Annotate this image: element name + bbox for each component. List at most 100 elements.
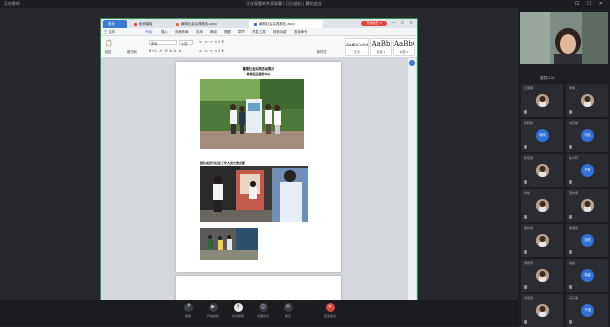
video-icon: ▶	[208, 303, 218, 312]
participant-name: 周文博	[569, 191, 579, 195]
participant-name: 马子涵	[569, 296, 579, 300]
mic-muted-icon	[569, 285, 572, 289]
new-style-button[interactable]: 新样式	[317, 49, 327, 54]
participants-sidebar: 成员(12) 王思雨 李明 张晓晴 晓晴 刘宇航 宇航 陈佳怡 赵子轩 子轩 孙悦 周文博 吴欣然 郑浩…	[518, 8, 610, 327]
member-badge[interactable]: 开通会员 ✕	[361, 21, 387, 26]
meeting-toolbar: 🎤 静音 ▶ 开启视频 ↑ 共享屏幕 ☺ 管理成员 ✉ 聊天 ✕ 结束会议	[0, 300, 518, 326]
speaking-status: 正在聆听	[4, 1, 20, 6]
mic-muted-icon	[569, 110, 572, 114]
participant-name: 王思雨	[524, 86, 534, 90]
avatar: 宇航	[581, 129, 594, 142]
mic-muted-icon	[569, 145, 572, 149]
tab-home[interactable]: 首页	[103, 20, 127, 28]
menu-references[interactable]: 引用	[196, 29, 203, 34]
menu-features[interactable]: 特色功能	[273, 29, 287, 34]
font-format-row[interactable]: B I U · A · X² X₂ A · A	[149, 49, 181, 53]
menu-file[interactable]: 三 文件	[104, 29, 115, 34]
manage-members-button[interactable]: ☺ 管理成员	[253, 303, 273, 318]
mic-muted-icon	[569, 320, 572, 324]
mic-muted-icon	[569, 215, 572, 219]
paragraph-row[interactable]: ≡ · ≡ · ⇤ ⇥ ↕ ¶	[199, 40, 224, 44]
participant-tile[interactable]: 马子涵 子涵	[566, 294, 608, 327]
end-meeting-button[interactable]: ✕ 结束会议	[320, 303, 340, 318]
participant-tile[interactable]: 王思雨	[521, 84, 563, 117]
mic-muted-icon	[569, 180, 572, 184]
document-canvas[interactable]: 暑期社会实践活动照片 参观社区服务中心 团队成员与社区工作人员交流合影	[101, 58, 417, 303]
menu-devtools[interactable]: 开发工具	[252, 29, 266, 34]
wps-window-controls[interactable]: — ☐ ✕	[392, 20, 415, 25]
photo-group-outdoor	[200, 79, 304, 149]
participant-tile[interactable]: 陈佳怡	[521, 154, 563, 187]
participant-name: 陈佳怡	[524, 156, 534, 160]
menu-chapter[interactable]: 章节	[238, 29, 245, 34]
mic-muted-icon	[524, 320, 527, 324]
video-button[interactable]: ▶ 开启视频	[203, 303, 223, 318]
participant-tile[interactable]: 周文博	[566, 189, 608, 222]
participant-name: 刘宇航	[569, 121, 579, 125]
tab-pptx[interactable]: 暑期社会实践报告.pptx	[171, 20, 247, 28]
avatar	[581, 199, 594, 212]
mic-muted-icon	[524, 145, 527, 149]
mic-muted-icon	[524, 250, 527, 254]
doc-caption: 团队成员与社区工作人员交流合影	[200, 161, 246, 165]
participant-tile[interactable]: 何思远	[521, 294, 563, 327]
wps-tab-bar: 首页 稻壳模板 暑期社会实践报告.pptx 暑期社会实践报告.docx 开通会员…	[101, 19, 417, 28]
share-icon: ↑	[233, 303, 243, 312]
avatar	[536, 234, 549, 247]
avatar	[536, 304, 549, 317]
font-size-select[interactable]: 小四	[179, 40, 193, 46]
menu-home[interactable]: 开始	[145, 29, 152, 34]
participant-tile[interactable]: 黄雨萱	[521, 259, 563, 292]
active-speaker-video[interactable]	[520, 12, 608, 64]
avatar	[536, 199, 549, 212]
doc-subtitle: 参观社区服务中心	[246, 72, 271, 76]
mic-muted-icon	[524, 215, 527, 219]
style-heading1[interactable]: AaBb 标题 1	[370, 38, 392, 56]
share-screen-button[interactable]: ↑ 共享屏幕	[228, 303, 248, 318]
doc-title: 暑期社会实践活动照片	[242, 67, 275, 71]
style-normal[interactable]: AaBbCcDd 正文	[345, 38, 369, 56]
style-heading2[interactable]: AaBbC 标题 2	[393, 38, 415, 56]
mic-muted-icon	[569, 250, 572, 254]
share-status-title[interactable]: 正在观看的共享屏幕 | 日日退出 | 腾讯会议	[246, 1, 322, 7]
menu-search[interactable]: 查找命令	[294, 29, 308, 34]
participant-tile[interactable]: 吴欣然	[521, 224, 563, 257]
menu-view[interactable]: 视图	[224, 29, 231, 34]
tab-docx[interactable]: 暑期社会实践报告.docx	[249, 20, 323, 28]
shared-wps-window: 首页 稻壳模板 暑期社会实践报告.pptx 暑期社会实践报告.docx 开通会员…	[100, 18, 418, 308]
format-painter-button[interactable]: 格式刷	[127, 49, 137, 54]
avatar: 浩然	[581, 234, 594, 247]
participant-tile[interactable]: 刘宇航 宇航	[566, 119, 608, 152]
document-page-2[interactable]	[176, 276, 341, 303]
document-page[interactable]: 暑期社会实践活动照片 参观社区服务中心 团队成员与社区工作人员交流合影	[176, 62, 341, 272]
participant-tile[interactable]: 孙悦	[521, 189, 563, 222]
participant-tile[interactable]: 赵子轩 子轩	[566, 154, 608, 187]
menu-insert[interactable]: 插入	[161, 29, 168, 34]
font-name-select[interactable]: 宋体	[149, 40, 177, 46]
paragraph-row-2[interactable]: ≡ · ≡ · ⇤ ⇥ ↕ ¶	[199, 49, 224, 53]
side-tool-panel	[408, 58, 416, 303]
mute-button[interactable]: 🎤 静音	[178, 303, 198, 318]
paste-icon[interactable]: 📋	[105, 40, 112, 47]
mic-muted-icon	[524, 285, 527, 289]
participant-name: 吴欣然	[524, 226, 534, 230]
participant-tile[interactable]: 张晓晴 晓晴	[521, 119, 563, 152]
avatar: 晓晴	[536, 129, 549, 142]
wps-ribbon: 📋 粘贴 格式刷 宋体 小四 B I U · A · X² X₂ A · A ≡…	[101, 36, 417, 58]
participant-tile[interactable]: 李明	[566, 84, 608, 117]
pin-icon[interactable]	[409, 60, 415, 66]
chat-button[interactable]: ✉ 聊天	[278, 303, 298, 318]
paste-button[interactable]: 粘贴	[105, 49, 111, 54]
avatar	[536, 94, 549, 107]
tab-docer[interactable]: 稻壳模板	[129, 20, 169, 28]
window-controls[interactable]: ⊡ ☐ ✕	[575, 1, 606, 7]
participants-header: 成员(12)	[540, 76, 555, 80]
menu-layout[interactable]: 页面布局	[175, 29, 189, 34]
participant-name: 黄雨萱	[524, 261, 534, 265]
avatar	[536, 269, 549, 282]
avatar: 子涵	[581, 304, 594, 317]
participant-tile[interactable]: 郑浩然 浩然	[566, 224, 608, 257]
participant-name: 郑浩然	[569, 226, 579, 230]
menu-review[interactable]: 审阅	[210, 29, 217, 34]
participant-tile[interactable]: 林晨 林晨	[566, 259, 608, 292]
